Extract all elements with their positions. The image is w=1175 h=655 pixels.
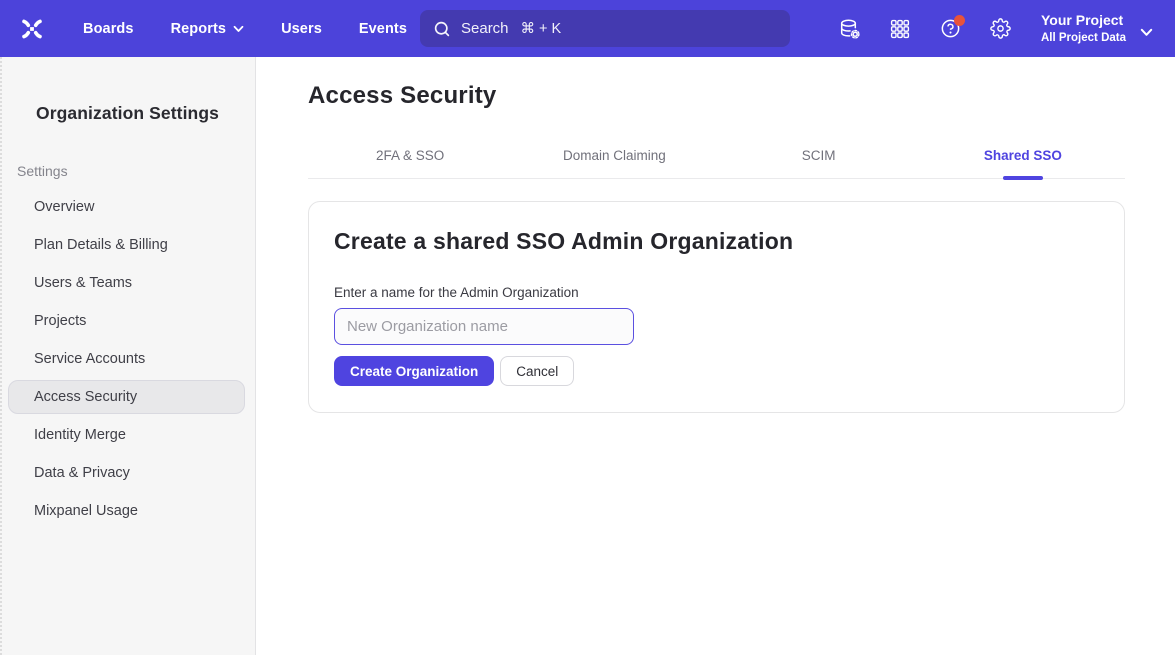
- chevron-down-icon: [233, 25, 244, 33]
- chevron-down-icon: [1140, 28, 1153, 37]
- nav-item-boards[interactable]: Boards: [83, 21, 134, 37]
- sidebar-item-plan-details-billing[interactable]: Plan Details & Billing: [0, 226, 255, 264]
- page-title: Access Security: [308, 57, 1175, 110]
- project-selector[interactable]: Your Project All Project Data: [1041, 12, 1153, 45]
- gear-icon[interactable]: [989, 18, 1011, 40]
- sidebar-item-projects[interactable]: Projects: [0, 302, 255, 340]
- create-organization-button[interactable]: Create Organization: [334, 356, 494, 386]
- sidebar-item-users-teams[interactable]: Users & Teams: [0, 264, 255, 302]
- top-navbar: Boards Reports Users Events Search ⌘ + K: [0, 0, 1175, 57]
- sidebar-item-data-privacy[interactable]: Data & Privacy: [0, 454, 255, 492]
- sidebar-section-label: Settings: [17, 163, 255, 179]
- card-actions: Create Organization Cancel: [334, 356, 1099, 386]
- tab-bar: 2FA & SSO Domain Claiming SCIM Shared SS…: [308, 140, 1125, 179]
- search-shortcut: ⌘ + K: [521, 21, 562, 37]
- sidebar-item-access-security[interactable]: Access Security: [0, 378, 255, 416]
- notification-dot: [954, 15, 965, 26]
- tab-domain-claiming[interactable]: Domain Claiming: [512, 140, 716, 178]
- nav-item-reports[interactable]: Reports: [171, 21, 245, 37]
- search-placeholder: Search: [461, 20, 509, 37]
- main-content: Access Security 2FA & SSO Domain Claimin…: [257, 57, 1175, 655]
- search-input[interactable]: Search ⌘ + K: [420, 10, 790, 47]
- tab-scim[interactable]: SCIM: [717, 140, 921, 178]
- sidebar-title: Organization Settings: [0, 57, 255, 124]
- project-name: Your Project: [1041, 12, 1126, 29]
- data-management-icon[interactable]: [839, 18, 861, 40]
- sidebar-item-service-accounts[interactable]: Service Accounts: [0, 340, 255, 378]
- search-icon: [433, 20, 451, 38]
- nav-item-users[interactable]: Users: [281, 21, 322, 37]
- mixpanel-logo-icon[interactable]: [18, 15, 46, 43]
- create-sso-org-card: Create a shared SSO Admin Organization E…: [308, 201, 1125, 413]
- nav-item-events[interactable]: Events: [359, 21, 407, 37]
- sidebar-item-identity-merge[interactable]: Identity Merge: [0, 416, 255, 454]
- tab-shared-sso[interactable]: Shared SSO: [921, 140, 1125, 178]
- help-icon[interactable]: [939, 18, 961, 40]
- settings-sidebar: Organization Settings Settings Overview …: [0, 57, 256, 655]
- tab-2fa-sso[interactable]: 2FA & SSO: [308, 140, 512, 178]
- apps-grid-icon[interactable]: [889, 18, 911, 40]
- sidebar-item-mixpanel-usage[interactable]: Mixpanel Usage: [0, 492, 255, 530]
- sidebar-item-overview[interactable]: Overview: [0, 188, 255, 226]
- org-name-input[interactable]: [334, 308, 634, 345]
- card-title: Create a shared SSO Admin Organization: [334, 228, 1099, 255]
- sidebar-list: Overview Plan Details & Billing Users & …: [0, 188, 255, 530]
- org-name-field-label: Enter a name for the Admin Organization: [334, 285, 1099, 300]
- project-scope: All Project Data: [1041, 31, 1126, 45]
- cancel-button[interactable]: Cancel: [500, 356, 574, 386]
